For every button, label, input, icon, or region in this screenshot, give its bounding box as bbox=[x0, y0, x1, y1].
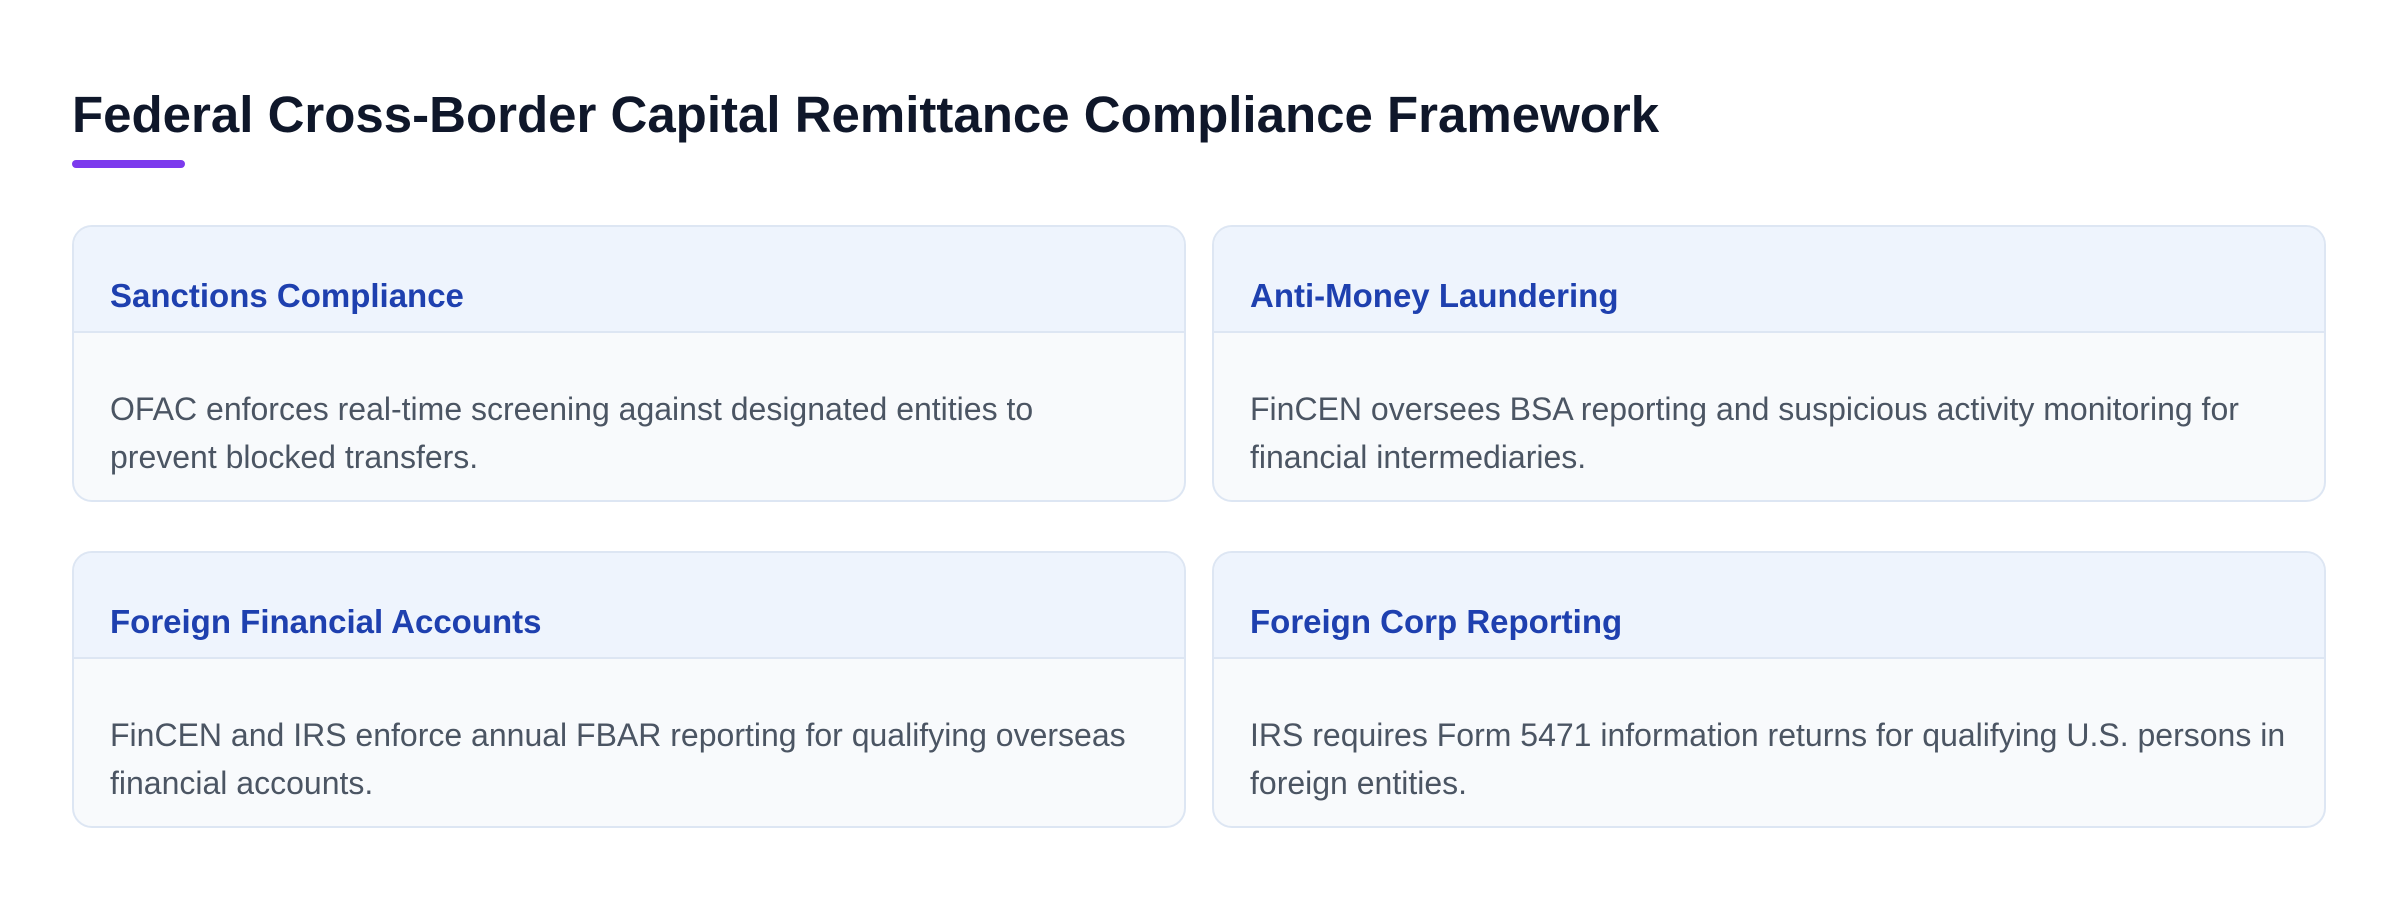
card-title: Foreign Corp Reporting bbox=[1250, 603, 1623, 640]
card-title: Foreign Financial Accounts bbox=[110, 603, 542, 640]
card-body: OFAC enforces real-time screening agains… bbox=[74, 333, 1184, 481]
card-foreign-corp-reporting: Foreign Corp Reporting IRS requires Form… bbox=[1212, 551, 2326, 828]
card-header: Foreign Corp Reporting bbox=[1214, 553, 2324, 659]
page: Federal Cross-Border Capital Remittance … bbox=[0, 0, 2400, 900]
card-title: Anti-Money Laundering bbox=[1250, 277, 1619, 314]
card-description: FinCEN and IRS enforce annual FBAR repor… bbox=[110, 717, 1126, 801]
card-body: FinCEN oversees BSA reporting and suspic… bbox=[1214, 333, 2324, 481]
card-header: Anti-Money Laundering bbox=[1214, 227, 2324, 333]
card-description: IRS requires Form 5471 information retur… bbox=[1250, 717, 2286, 801]
title-accent-underline bbox=[72, 160, 185, 168]
compliance-card-grid: Sanctions Compliance OFAC enforces real-… bbox=[72, 225, 2328, 828]
card-description: OFAC enforces real-time screening agains… bbox=[110, 391, 1034, 475]
card-foreign-financial-accounts: Foreign Financial Accounts FinCEN and IR… bbox=[72, 551, 1186, 828]
card-sanctions-compliance: Sanctions Compliance OFAC enforces real-… bbox=[72, 225, 1186, 502]
page-title: Federal Cross-Border Capital Remittance … bbox=[72, 86, 1660, 143]
card-description: FinCEN oversees BSA reporting and suspic… bbox=[1250, 391, 2239, 475]
card-body: FinCEN and IRS enforce annual FBAR repor… bbox=[74, 659, 1184, 807]
card-header: Sanctions Compliance bbox=[74, 227, 1184, 333]
card-title: Sanctions Compliance bbox=[110, 277, 464, 314]
card-anti-money-laundering: Anti-Money Laundering FinCEN oversees BS… bbox=[1212, 225, 2326, 502]
card-header: Foreign Financial Accounts bbox=[74, 553, 1184, 659]
card-body: IRS requires Form 5471 information retur… bbox=[1214, 659, 2324, 807]
